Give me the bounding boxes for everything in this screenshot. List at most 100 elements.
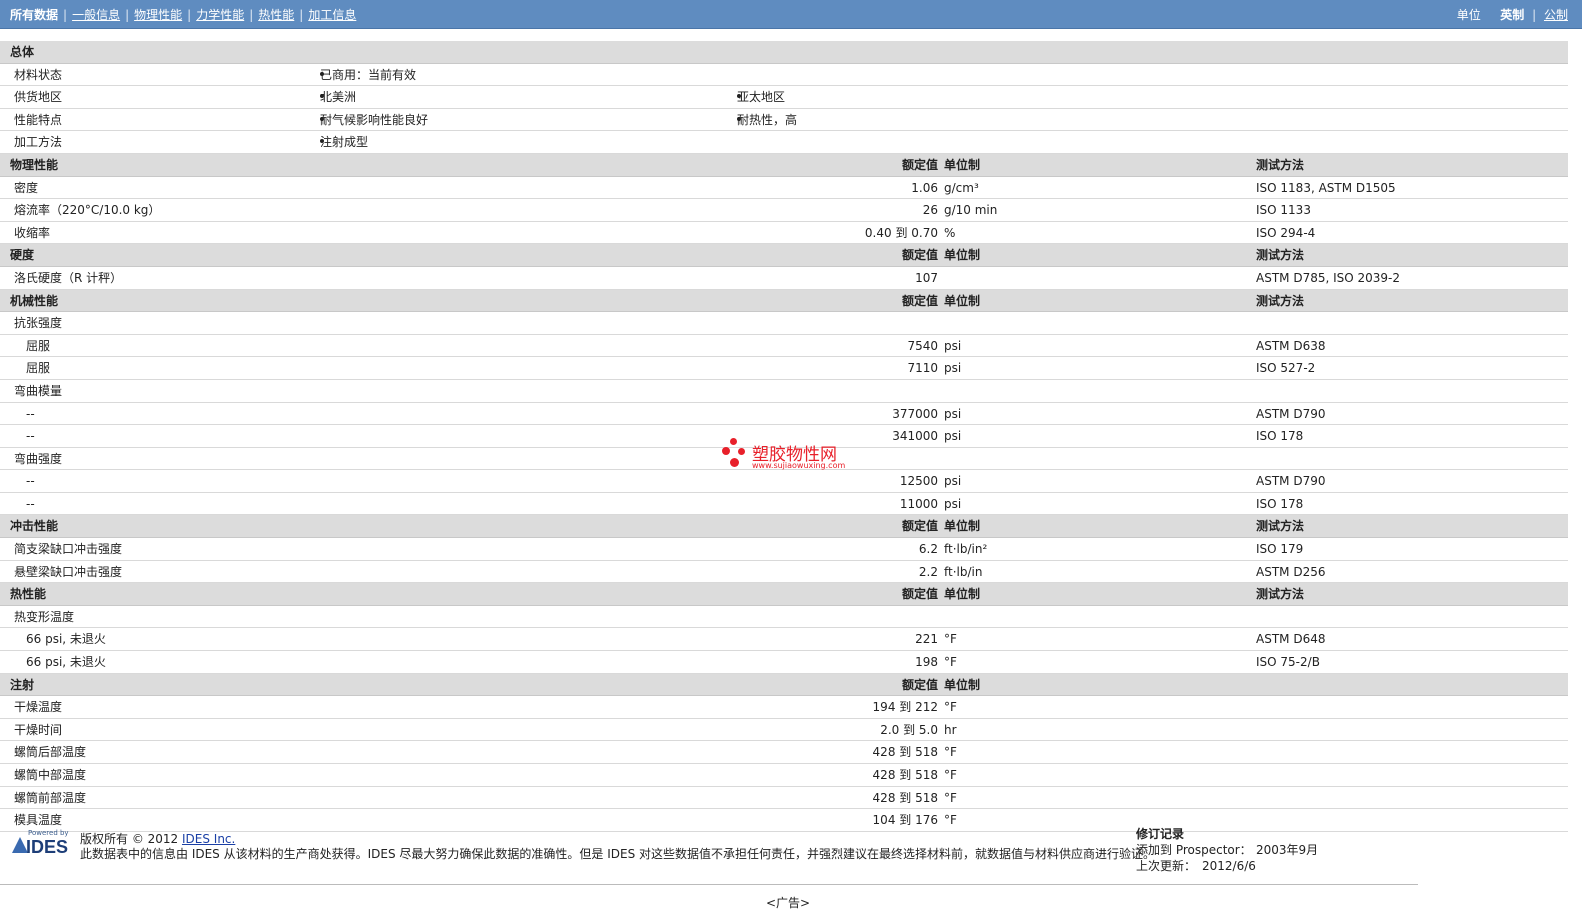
bullet-icon: [320, 71, 324, 76]
general-row: 性能特点 耐气候影响性能良好 耐热性，高: [0, 109, 1568, 132]
property-unit: %: [944, 225, 956, 240]
section-title: 物理性能: [10, 157, 59, 172]
property-unit: psi: [944, 338, 962, 353]
bullet-item: 北美洲: [320, 90, 356, 104]
bullet-item: 耐气候影响性能良好: [320, 113, 428, 127]
property-value: 341000: [892, 429, 938, 444]
tab-4[interactable]: 热性能: [258, 8, 294, 22]
test-method: ISO 1133: [1256, 203, 1311, 218]
property-name: 性能特点: [14, 112, 63, 127]
property-name: 简支梁缺口冲击强度: [14, 542, 123, 557]
property-name: 熔流率（220°C/10.0 kg）: [14, 203, 161, 218]
property-name: 屈服: [26, 338, 51, 353]
section-title: 热性能: [10, 587, 47, 602]
property-name: 66 psi, 未退火: [26, 655, 106, 670]
test-method-header: 测试方法: [1256, 293, 1305, 308]
bullet-item: 注射成型: [320, 135, 368, 149]
property-row: 螺筒前部温度 428 到 518 °F: [0, 787, 1568, 810]
property-name: 供货地区: [14, 90, 63, 105]
unit-header: 单位制: [944, 157, 981, 172]
property-row: 干燥时间 2.0 到 5.0 hr: [0, 719, 1568, 742]
property-row: 熔流率（220°C/10.0 kg） 26 g/10 min ISO 1133: [0, 199, 1568, 222]
bullet-icon: [737, 116, 741, 121]
test-method: ISO 178: [1256, 429, 1304, 444]
unit-header: 单位制: [944, 587, 981, 602]
property-row: 洛氏硬度（R 计秤） 107 ASTM D785, ISO 2039-2: [0, 267, 1568, 290]
revision-history: 修订记录 添加到 Prospector： 2003年9月 上次更新： 2012/…: [1136, 826, 1318, 874]
property-value: 428 到 518: [872, 790, 938, 805]
bullet-text: 亚太地区: [737, 90, 786, 105]
property-name: --: [26, 429, 35, 444]
property-value: 107: [915, 270, 938, 285]
added-label: 添加到 Prospector：: [1136, 843, 1252, 857]
revision-title: 修订记录: [1136, 827, 1185, 841]
tab-2[interactable]: 物理性能: [134, 8, 182, 22]
test-method: ISO 527-2: [1256, 361, 1316, 376]
property-unit: °F: [944, 745, 957, 760]
section-tabs: 所有数据 | 一般信息 | 物理性能 | 力学性能 | 热性能 | 加工信息: [10, 6, 356, 23]
property-unit: psi: [944, 361, 962, 376]
unit-metric-link[interactable]: 公制: [1544, 8, 1568, 22]
ides-logo: Powered by IDES: [8, 829, 70, 859]
bullet-text: 已商用：当前有效: [320, 67, 417, 82]
test-method: ASTM D256: [1256, 564, 1326, 579]
test-method: ASTM D648: [1256, 632, 1326, 647]
property-name: --: [26, 496, 35, 511]
test-method-header: 测试方法: [1256, 587, 1305, 602]
property-name: 66 psi, 未退火: [26, 632, 106, 647]
unit-header: 单位制: [944, 293, 981, 308]
section-header: 注射 额定值 单位制: [0, 673, 1568, 697]
property-unit: g/cm³: [944, 180, 979, 195]
property-row: -- 11000 psi ISO 178: [0, 493, 1568, 516]
tab-0[interactable]: 所有数据: [10, 8, 58, 22]
property-unit: °F: [944, 655, 957, 670]
bullet-item: 已商用：当前有效: [320, 68, 416, 82]
tab-1[interactable]: 一般信息: [72, 8, 120, 22]
property-unit: hr: [944, 722, 957, 737]
unit-switcher: 单位 英制 | 公制: [1456, 8, 1568, 22]
test-method: ASTM D790: [1256, 474, 1326, 489]
property-name: 螺筒前部温度: [14, 790, 87, 805]
logo-wordmark: IDES: [26, 837, 69, 857]
ides-company-link[interactable]: IDES Inc.: [182, 832, 235, 846]
property-name: 螺筒后部温度: [14, 745, 87, 760]
section-title: 冲击性能: [10, 519, 59, 534]
unit-header: 单位制: [944, 519, 981, 534]
added-value: 2003年9月: [1256, 843, 1319, 857]
property-row: 屈服 7110 psi ISO 527-2: [0, 357, 1568, 380]
bullet-icon: [320, 116, 324, 121]
watermark-url: www.sujiaowuxing.com: [752, 461, 846, 470]
test-method-header: 测试方法: [1256, 519, 1305, 534]
property-name: 密度: [14, 180, 39, 195]
property-row: 66 psi, 未退火 198 °F ISO 75-2/B: [0, 651, 1568, 674]
property-row: 热变形温度: [0, 606, 1568, 629]
test-method: ASTM D785, ISO 2039-2: [1256, 270, 1401, 285]
property-name: 弯曲模量: [14, 383, 63, 398]
tab-3[interactable]: 力学性能: [196, 8, 244, 22]
section-header: 硬度 额定值 单位制 测试方法: [0, 244, 1568, 267]
property-row: 66 psi, 未退火 221 °F ASTM D648: [0, 628, 1568, 652]
bullet-text: 耐气候影响性能良好: [320, 112, 429, 127]
value-header: 额定值: [901, 587, 938, 602]
property-row: 螺筒中部温度 428 到 518 °F: [0, 764, 1568, 787]
property-name: 加工方法: [14, 135, 63, 150]
property-row: 屈服 7540 psi ASTM D638: [0, 335, 1568, 358]
property-name: 材料状态: [14, 67, 63, 82]
property-row: 简支梁缺口冲击强度 6.2 ft·lb/in² ISO 179: [0, 538, 1568, 561]
test-method: ISO 75-2/B: [1256, 655, 1320, 670]
test-method: ASTM D790: [1256, 406, 1326, 421]
footer-divider: [0, 884, 1418, 885]
value-header: 额定值: [901, 677, 938, 692]
property-row: 抗张强度: [0, 312, 1568, 335]
property-name: 螺筒中部温度: [14, 768, 87, 782]
property-unit: g/10 min: [944, 203, 998, 218]
property-unit: °F: [944, 790, 957, 805]
updated-label: 上次更新：: [1136, 859, 1197, 873]
section-title: 注射: [10, 677, 35, 692]
section-title: 硬度: [10, 248, 35, 263]
tab-5[interactable]: 加工信息: [308, 8, 356, 22]
property-unit: °F: [944, 768, 957, 782]
property-name: 干燥温度: [14, 700, 63, 715]
test-method-header: 测试方法: [1256, 248, 1305, 263]
top-nav-bar: 所有数据 | 一般信息 | 物理性能 | 力学性能 | 热性能 | 加工信息 单位 英制 | 公制: [0, 0, 1582, 29]
